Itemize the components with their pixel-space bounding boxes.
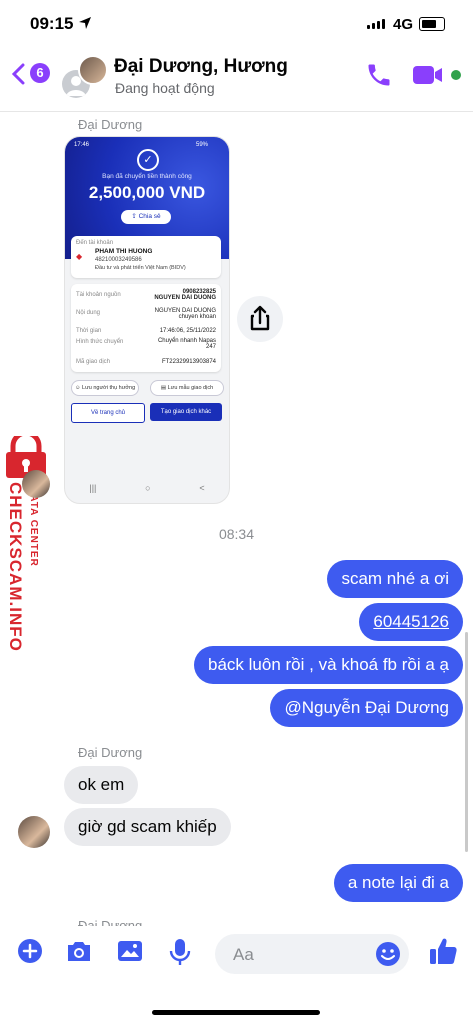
success-check-icon: ✓: [137, 149, 159, 171]
battery-icon: [419, 17, 445, 31]
message-input[interactable]: Aa: [215, 934, 409, 974]
home-indicator: [152, 1010, 320, 1015]
thumbs-up-icon[interactable]: [428, 936, 458, 966]
time-separator: 08:34: [218, 526, 255, 542]
share-icon: [250, 305, 270, 331]
transfer-amount: 2,500,000 VND: [88, 183, 206, 202]
message-composer: Aa: [0, 926, 473, 1024]
video-call-icon[interactable]: [412, 64, 444, 86]
microphone-icon[interactable]: [169, 938, 191, 966]
receipt-share-button: ⇪ Chia sẻ: [121, 210, 171, 224]
active-status: Đang hoạt động: [115, 80, 215, 96]
outgoing-message[interactable]: báck luôn rồi , và khoá fb rồi a ạ: [194, 646, 463, 684]
gallery-icon[interactable]: [117, 938, 143, 964]
transfer-receipt-image[interactable]: 17:46 59% ✓ Bạn đã chuyển tiền thành côn…: [64, 136, 230, 504]
read-receipt-avatar: [22, 470, 50, 498]
recipient-card: Đến tài khoản ◆ PHAM THI HUONG 482100032…: [71, 236, 221, 278]
camera-icon[interactable]: [65, 938, 93, 964]
status-time: 09:15: [30, 14, 92, 34]
success-text: Bạn đã chuyển tiền thành công: [102, 173, 192, 180]
conversation-title[interactable]: Đại Dương, Hương: [114, 56, 288, 78]
location-arrow-icon: [79, 17, 92, 29]
back-chevron-icon[interactable]: [10, 63, 26, 85]
watermark-brand: CHECKSCAM.INFO: [6, 482, 25, 652]
outgoing-message[interactable]: a note lại đi a: [333, 864, 463, 902]
signal-icon: [367, 19, 385, 29]
transaction-details: Tài khoản nguồn 0908232825 NGUYEN DAI DU…: [71, 284, 221, 372]
sender-name: Đại Dương: [78, 745, 143, 760]
save-beneficiary-button: ☺ Lưu người thụ hưởng: [71, 380, 139, 396]
incoming-message[interactable]: giờ gd scam khiếp: [64, 808, 231, 846]
unread-badge[interactable]: 6: [30, 63, 50, 83]
online-indicator: [451, 70, 461, 80]
share-image-button[interactable]: [237, 296, 283, 342]
sender-avatar[interactable]: [18, 816, 50, 848]
recipient-name: PHAM THI HUONG: [95, 248, 153, 255]
android-nav-bar: ||| ○ <: [89, 483, 205, 493]
phone-call-icon[interactable]: [365, 61, 393, 89]
sender-name: Đại Dương: [78, 117, 143, 132]
message-placeholder: Aa: [233, 945, 254, 964]
outgoing-message-mention[interactable]: @Nguyễn Đại Dương: [270, 689, 463, 727]
new-transaction-button: Tạo giao dịch khác: [150, 403, 222, 421]
chat-header: 6 Đại Dương, Hương Đang hoạt động: [0, 45, 473, 112]
incoming-message[interactable]: ok em: [64, 766, 139, 804]
scrollbar[interactable]: [465, 632, 468, 852]
recipient-bank: Đầu tư và phát triển Việt Nam (BIDV): [95, 265, 186, 271]
emoji-icon[interactable]: [375, 941, 401, 967]
save-template-button: ▤ Lưu mẫu giao dịch: [150, 380, 224, 396]
receipt-status-bar: 17:46 59%: [74, 142, 209, 148]
recipient-account: 48210003249586: [95, 257, 142, 263]
network-type: 4G: [393, 16, 414, 33]
outgoing-message[interactable]: scam nhé a ơi: [327, 560, 463, 598]
home-button: Về trang chủ: [71, 403, 145, 423]
outgoing-message-link[interactable]: 60445126: [359, 603, 463, 641]
group-avatar-photo[interactable]: [78, 55, 108, 85]
plus-icon[interactable]: [17, 938, 43, 964]
